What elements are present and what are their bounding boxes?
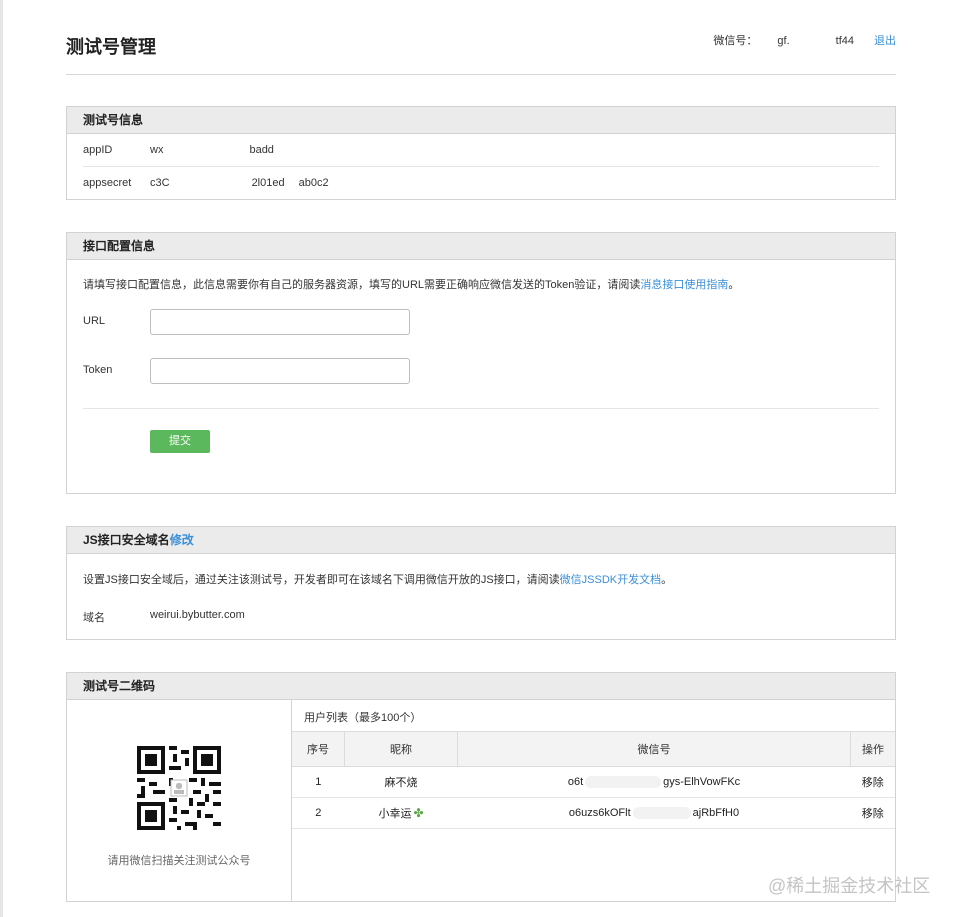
token-label: Token [83,364,113,376]
jssdk-doc-link[interactable]: 微信JSSDK开发文档 [560,574,661,586]
account-value-start: gf. [777,35,790,47]
table-header-row: 序号 昵称 微信号 操作 [292,731,895,767]
table-row: 1 麻不烧 o6t gys-ElhVowFKc 移除 [292,766,895,798]
table-row: 2 小幸运 ✤ o6uzs6kOFlt ajRbFfH0 移除 [292,797,895,829]
row-index: 2 [292,797,345,829]
account-label: 微信号： [713,35,758,47]
url-label: URL [83,315,106,327]
interface-description: 请填写接口配置信息，此信息需要你有自己的服务器资源，填写的URL需要正确响应微信… [83,279,740,291]
row-index: 1 [292,766,345,798]
panel-title: 测试号二维码 [67,673,895,700]
page-header: 测试号管理 微信号： gf. tf44 退出 [66,30,896,75]
qr-column: 请用微信扫描关注测试公众号 [67,700,292,901]
panel-title: JS接口安全域名修改 [67,527,895,554]
test-account-info-panel: 测试号信息 appID wx badd appsecret c3C 2l01ed ab… [66,106,896,200]
remove-link[interactable]: 移除 [850,766,895,798]
column-header-nickname: 昵称 [344,731,458,767]
user-list-title: 用户列表（最多100个） [304,712,422,724]
column-header-action: 操作 [850,731,895,767]
clover-icon: ✤ [413,806,424,820]
row-wechat-id: o6t gys-ElhVowFKc [457,766,851,798]
account-value-end: tf44 [835,35,854,47]
message-guide-link[interactable]: 消息接口使用指南 [640,279,728,291]
domain-label: 域名 [83,612,105,624]
appsecret-value: c3C 2l01ed ab0c2 [150,177,329,189]
qr-code-icon [137,746,221,830]
qr-code-panel: 测试号二维码 请用微信扫描关注测试公众号 用户列表（最多100个） 序号 昵称 … [66,672,896,902]
url-input[interactable] [150,309,410,335]
row-wechat-id: o6uzs6kOFlt ajRbFfH0 [457,797,851,829]
panel-title: 测试号信息 [67,107,895,134]
column-header-wechat: 微信号 [457,731,851,767]
account-info: 微信号： gf. tf44 退出 [713,32,896,48]
appid-label: appID [83,144,113,156]
page-title: 测试号管理 [66,37,156,57]
appid-value: wx badd [150,144,274,156]
row-nickname: 麻不烧 [344,766,458,798]
row-nickname: 小幸运 ✤ [344,797,458,829]
remove-link[interactable]: 移除 [850,797,895,829]
interface-config-panel: 接口配置信息 请填写接口配置信息，此信息需要你有自己的服务器资源，填写的URL需… [66,232,896,494]
domain-value: weirui.bybutter.com [150,609,245,621]
column-header-index: 序号 [292,731,345,767]
user-table: 序号 昵称 微信号 操作 1 麻不烧 o6t gys-ElhVowFKc 移除 2… [292,731,895,829]
submit-button[interactable]: 提交 [150,430,210,453]
page-left-border [0,0,3,917]
panel-title: 接口配置信息 [67,233,895,260]
js-domain-panel: JS接口安全域名修改 设置JS接口安全域后，通过关注该测试号，开发者即可在该域名… [66,526,896,640]
user-list: 用户列表（最多100个） 序号 昵称 微信号 操作 1 麻不烧 o6t gys-E… [292,700,895,901]
token-input[interactable] [150,358,410,384]
row-divider [83,166,879,167]
modify-domain-link[interactable]: 修改 [170,533,194,547]
logout-link[interactable]: 退出 [874,35,896,47]
watermark: @稀土掘金技术社区 [768,876,931,896]
form-divider [83,408,879,409]
js-description: 设置JS接口安全域后，通过关注该测试号，开发者即可在该域名下调用微信开放的JS接… [83,574,673,586]
appsecret-label: appsecret [83,177,132,189]
qr-caption: 请用微信扫描关注测试公众号 [107,855,251,867]
